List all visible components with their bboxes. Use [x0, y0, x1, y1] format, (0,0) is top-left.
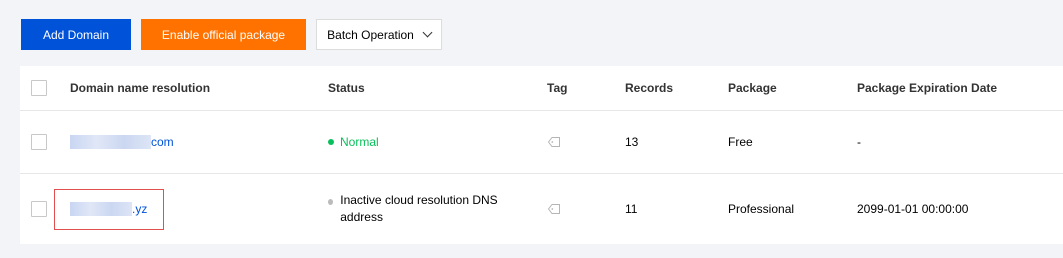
- status-text: Normal: [340, 135, 379, 149]
- chevron-down-icon: [422, 27, 433, 38]
- status-dot-icon: [328, 199, 334, 205]
- toolbar: Add Domain Enable official package Batch…: [0, 0, 1063, 66]
- header-records: Records: [625, 81, 674, 95]
- highlight-box: [54, 189, 164, 230]
- batch-operation-dropdown[interactable]: Batch Operation: [316, 19, 442, 50]
- table-row: com Normal 13 Free -: [20, 111, 1063, 174]
- header-status: Status: [328, 81, 365, 95]
- batch-operation-label: Batch Operation: [327, 27, 414, 42]
- header-package: Package: [728, 81, 777, 95]
- tag-icon[interactable]: [547, 203, 561, 215]
- domain-suffix: com: [151, 135, 174, 149]
- row-checkbox[interactable]: [31, 201, 47, 217]
- row-checkbox[interactable]: [31, 134, 47, 150]
- header-tag: Tag: [547, 81, 568, 95]
- domain-table: Domain name resolution Status Tag Record…: [20, 66, 1063, 244]
- status-cell: Inactive cloud resolution DNS address: [328, 174, 518, 244]
- header-domain: Domain name resolution: [70, 81, 211, 95]
- header-expiration: Package Expiration Date: [857, 81, 998, 95]
- status-cell: Normal: [328, 111, 379, 173]
- redacted-domain: [70, 135, 151, 149]
- select-all-checkbox[interactable]: [31, 80, 47, 96]
- status-dot-icon: [328, 139, 334, 145]
- header-checkbox-cell: [31, 66, 47, 110]
- package-cell: Professional: [728, 202, 795, 216]
- table-header: Domain name resolution Status Tag Record…: [20, 66, 1063, 111]
- row-checkbox-cell: [31, 174, 47, 244]
- records-cell: 13: [625, 135, 639, 149]
- domain-link[interactable]: com: [70, 135, 174, 149]
- expiration-cell: 2099-01-01 00:00:00: [857, 202, 969, 216]
- enable-official-package-button[interactable]: Enable official package: [141, 19, 306, 50]
- status-text: Inactive cloud resolution DNS address: [340, 193, 498, 224]
- expiration-cell: -: [857, 135, 861, 149]
- status-badge: Inactive cloud resolution DNS address: [328, 192, 518, 226]
- row-checkbox-cell: [31, 111, 47, 173]
- tag-cell: [547, 111, 561, 173]
- tag-cell: [547, 174, 561, 244]
- records-cell: 11: [625, 202, 638, 216]
- add-domain-button[interactable]: Add Domain: [21, 19, 131, 50]
- tag-icon[interactable]: [547, 136, 561, 148]
- domain-cell: com: [70, 111, 174, 173]
- status-badge: Normal: [328, 135, 379, 149]
- package-cell: Free: [728, 135, 753, 149]
- table-row: .yz Inactive cloud resolution DNS addres…: [20, 174, 1063, 244]
